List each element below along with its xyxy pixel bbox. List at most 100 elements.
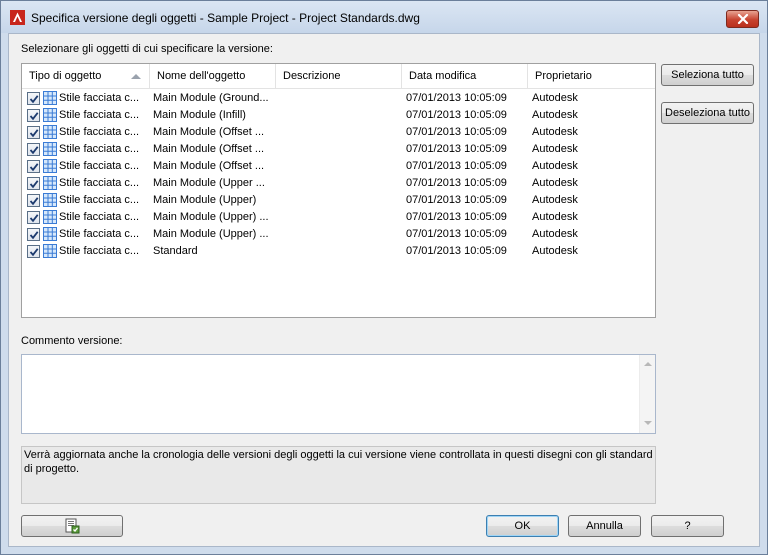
checkmark-icon xyxy=(29,112,39,121)
cell-desc xyxy=(279,175,401,192)
column-header-name[interactable]: Nome dell'oggetto xyxy=(150,64,276,89)
cell-name: Main Module (Upper ... xyxy=(153,177,265,189)
row-checkbox[interactable] xyxy=(27,92,40,105)
checkmark-icon xyxy=(29,231,39,240)
scroll-down-icon[interactable] xyxy=(644,421,652,426)
cell-owner: Autodesk xyxy=(532,143,578,155)
table-row[interactable]: Stile facciata c... Main Module (Offset .… xyxy=(22,158,655,175)
curtain-wall-style-icon xyxy=(43,91,57,105)
table-row[interactable]: Stile facciata c... Main Module (Upper) 07… xyxy=(22,192,655,209)
close-icon xyxy=(737,14,748,24)
close-button[interactable] xyxy=(726,10,759,28)
checkmark-icon xyxy=(29,197,39,206)
cell-date: 07/01/2013 10:05:09 xyxy=(406,160,507,172)
table-row[interactable]: Stile facciata c... Main Module (Upper ..… xyxy=(22,175,655,192)
help-button[interactable]: ? xyxy=(651,515,724,537)
cell-date: 07/01/2013 10:05:09 xyxy=(406,228,507,240)
select-all-button[interactable]: Seleziona tutto xyxy=(661,64,754,86)
cell-name: Main Module (Upper) xyxy=(153,194,257,206)
dialog-client-area: Selezionare gli oggetti di cui specifica… xyxy=(8,33,760,547)
dialog-window: Specifica versione degli oggetti - Sampl… xyxy=(0,0,768,555)
objects-list[interactable]: Tipo di oggetto Nome dell'oggetto Descri… xyxy=(21,63,656,318)
cell-desc xyxy=(279,192,401,209)
cell-type: Stile facciata c... xyxy=(59,228,140,240)
column-header-label: Proprietario xyxy=(535,70,592,82)
cell-desc xyxy=(279,209,401,226)
column-header-type[interactable]: Tipo di oggetto xyxy=(22,64,150,89)
column-header-description[interactable]: Descrizione xyxy=(276,64,402,89)
cell-desc xyxy=(279,107,401,124)
column-header-label: Data modifica xyxy=(409,70,477,82)
table-row[interactable]: Stile facciata c... Main Module (Offset .… xyxy=(22,141,655,158)
row-checkbox[interactable] xyxy=(27,109,40,122)
scroll-up-icon[interactable] xyxy=(644,361,652,366)
compare-document-icon xyxy=(65,518,80,534)
cell-type: Stile facciata c... xyxy=(59,160,140,172)
cell-type: Stile facciata c... xyxy=(59,177,140,189)
cell-name: Standard xyxy=(153,245,198,257)
checkmark-icon xyxy=(29,129,39,138)
table-row[interactable]: Stile facciata c... Main Module (Upper) .… xyxy=(22,226,655,243)
column-header-owner[interactable]: Proprietario xyxy=(528,64,655,89)
row-checkbox[interactable] xyxy=(27,160,40,173)
column-header-date[interactable]: Data modifica xyxy=(402,64,528,89)
cell-owner: Autodesk xyxy=(532,160,578,172)
column-header-label: Nome dell'oggetto xyxy=(157,70,246,82)
cell-type: Stile facciata c... xyxy=(59,245,140,257)
cell-desc xyxy=(279,158,401,175)
table-row[interactable]: Stile facciata c... Main Module (Ground..… xyxy=(22,90,655,107)
row-checkbox[interactable] xyxy=(27,194,40,207)
curtain-wall-style-icon xyxy=(43,210,57,224)
row-checkbox[interactable] xyxy=(27,177,40,190)
table-row[interactable]: Stile facciata c... Main Module (Offset .… xyxy=(22,124,655,141)
cell-type: Stile facciata c... xyxy=(59,126,140,138)
checkmark-icon xyxy=(29,95,39,104)
deselect-all-button[interactable]: Deseleziona tutto xyxy=(661,102,754,124)
ok-button[interactable]: OK xyxy=(486,515,559,537)
column-header-label: Descrizione xyxy=(283,70,341,82)
cell-name: Main Module (Infill) xyxy=(153,109,246,121)
cell-date: 07/01/2013 10:05:09 xyxy=(406,211,507,223)
checkmark-icon xyxy=(29,248,39,257)
comment-scrollbar[interactable] xyxy=(639,355,655,433)
cell-name: Main Module (Offset ... xyxy=(153,160,265,172)
curtain-wall-style-icon xyxy=(43,244,57,258)
cell-name: Main Module (Offset ... xyxy=(153,143,265,155)
cell-name: Main Module (Offset ... xyxy=(153,126,265,138)
row-checkbox[interactable] xyxy=(27,211,40,224)
row-checkbox[interactable] xyxy=(27,126,40,139)
cell-owner: Autodesk xyxy=(532,92,578,104)
table-row[interactable]: Stile facciata c... Standard 07/01/2013 10… xyxy=(22,243,655,260)
cancel-button[interactable]: Annulla xyxy=(568,515,641,537)
cell-type: Stile facciata c... xyxy=(59,211,140,223)
curtain-wall-style-icon xyxy=(43,193,57,207)
cell-owner: Autodesk xyxy=(532,194,578,206)
version-comment-textarea[interactable] xyxy=(21,354,656,434)
window-title: Specifica versione degli oggetti - Sampl… xyxy=(31,11,420,25)
list-label: Selezionare gli oggetti di cui specifica… xyxy=(21,43,273,55)
cell-name: Main Module (Upper) ... xyxy=(153,228,269,240)
curtain-wall-style-icon xyxy=(43,142,57,156)
info-message: Verrà aggiornata anche la cronologia del… xyxy=(21,446,656,504)
curtain-wall-style-icon xyxy=(43,125,57,139)
title-bar[interactable]: Specifica versione degli oggetti - Sampl… xyxy=(1,1,767,33)
row-checkbox[interactable] xyxy=(27,245,40,258)
table-row[interactable]: Stile facciata c... Main Module (Upper) .… xyxy=(22,209,655,226)
checkmark-icon xyxy=(29,146,39,155)
curtain-wall-style-icon xyxy=(43,108,57,122)
curtain-wall-style-icon xyxy=(43,227,57,241)
column-header-label: Tipo di oggetto xyxy=(29,70,102,82)
row-checkbox[interactable] xyxy=(27,143,40,156)
compare-button[interactable] xyxy=(21,515,123,537)
checkmark-icon xyxy=(29,180,39,189)
cell-owner: Autodesk xyxy=(532,109,578,121)
cell-name: Main Module (Upper) ... xyxy=(153,211,269,223)
cell-date: 07/01/2013 10:05:09 xyxy=(406,143,507,155)
row-checkbox[interactable] xyxy=(27,228,40,241)
checkmark-icon xyxy=(29,214,39,223)
cell-type: Stile facciata c... xyxy=(59,109,140,121)
cell-date: 07/01/2013 10:05:09 xyxy=(406,92,507,104)
table-row[interactable]: Stile facciata c... Main Module (Infill) 0… xyxy=(22,107,655,124)
curtain-wall-style-icon xyxy=(43,159,57,173)
cell-date: 07/01/2013 10:05:09 xyxy=(406,245,507,257)
